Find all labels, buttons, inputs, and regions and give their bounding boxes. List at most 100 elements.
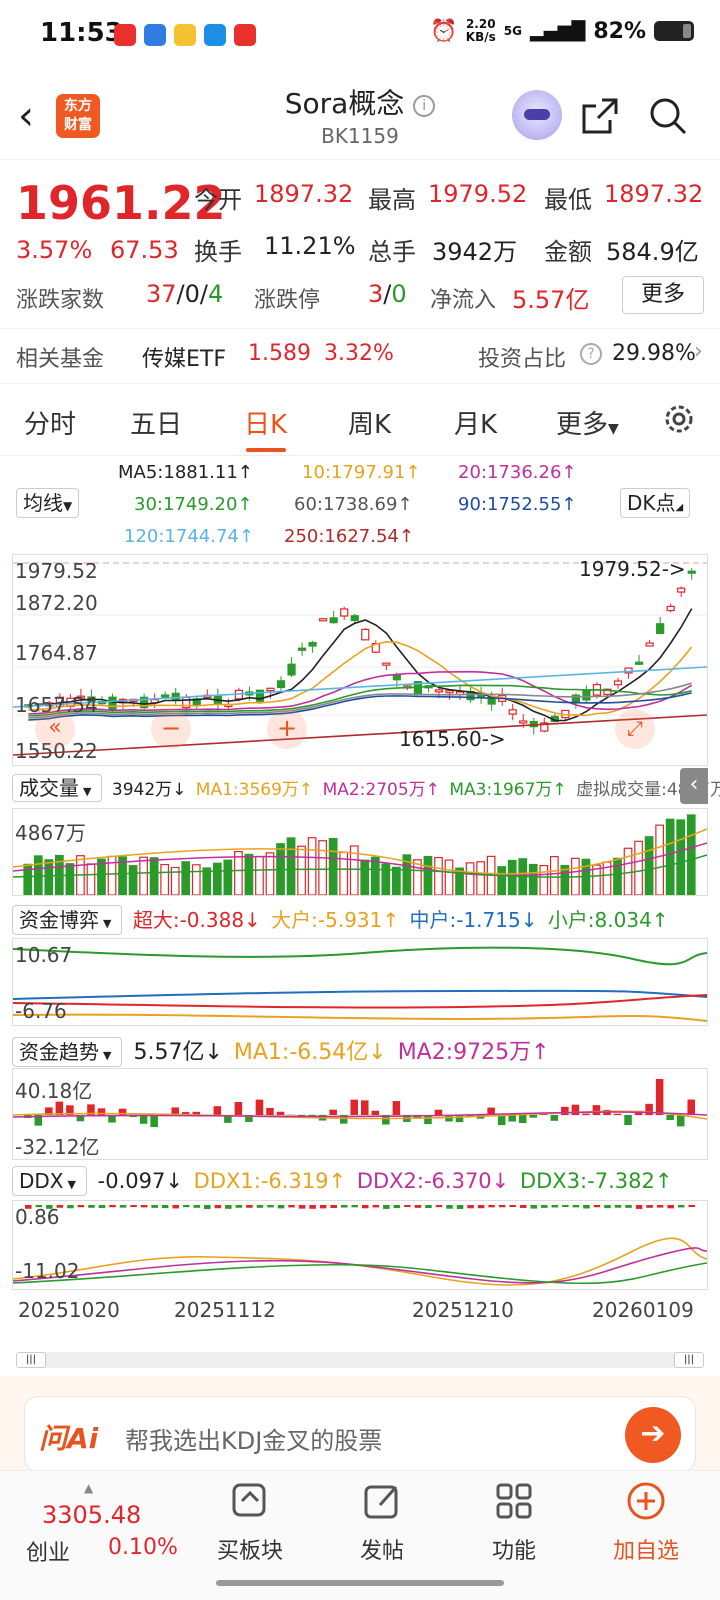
ddx-bar bbox=[193, 1205, 201, 1208]
candle-body bbox=[329, 617, 338, 624]
ddx2-value: DDX2:-6.370↓ bbox=[356, 1169, 510, 1193]
volume-svg bbox=[13, 814, 707, 895]
ddx-bar bbox=[572, 1205, 580, 1208]
volume-bar bbox=[97, 858, 106, 895]
info-icon[interactable]: i bbox=[413, 95, 436, 117]
scroll-handle-right[interactable]: ||| bbox=[674, 1352, 704, 1368]
ddx-bar bbox=[372, 1205, 380, 1208]
status-indicators: ⏰ 2.20 KB/s 5G ▂▄▆█ 82% bbox=[430, 18, 694, 44]
candle-body bbox=[266, 687, 275, 692]
volume-bar bbox=[476, 861, 485, 895]
small-line bbox=[13, 946, 707, 966]
volume-bar bbox=[613, 857, 622, 895]
zoom-in-button[interactable]: + bbox=[267, 709, 307, 749]
ddx-bar bbox=[298, 1205, 306, 1209]
volume-ma2: MA2:2705万↑ bbox=[322, 780, 440, 800]
change-percent: 3.57% bbox=[16, 236, 93, 264]
ddx-bar bbox=[130, 1205, 137, 1208]
zoom-out-button[interactable]: − bbox=[151, 709, 191, 749]
volume-y-label: 4867万 bbox=[15, 821, 86, 845]
ddx-bar bbox=[319, 1205, 327, 1209]
scroll-left-button[interactable]: « bbox=[35, 709, 75, 749]
nav-functions[interactable]: 功能 bbox=[464, 1479, 564, 1565]
trend-bar bbox=[571, 1104, 580, 1115]
help-icon[interactable]: ? bbox=[580, 343, 602, 365]
ddx-selector[interactable]: DDX ▼ bbox=[12, 1166, 87, 1196]
fullscreen-button[interactable]: ⤢ bbox=[615, 709, 655, 749]
ma-selector[interactable]: 均线▼ bbox=[16, 488, 80, 518]
small-value: 小户:8.034↑ bbox=[547, 908, 669, 932]
settings-gear-icon[interactable] bbox=[660, 400, 698, 438]
capital-trend-selector[interactable]: 资金趋势 ▼ bbox=[12, 1037, 123, 1067]
volume-bar bbox=[465, 862, 475, 895]
tab-five-day[interactable]: 五日 bbox=[130, 404, 182, 441]
related-fund-row[interactable]: 相关基金 传媒ETF 1.589 3.32% 投资占比 ? 29.98% › bbox=[0, 328, 720, 384]
nav-buy-sector[interactable]: 买板块 bbox=[200, 1479, 300, 1565]
amount-label: 金额 bbox=[544, 238, 592, 266]
nav-add-watchlist[interactable]: 加自选 bbox=[596, 1479, 696, 1565]
status-bar: 11:53 ⏰ 2.20 KB/s 5G ▂▄▆█ 82% bbox=[0, 0, 720, 70]
low-label: 最低 bbox=[544, 186, 592, 214]
candle-body bbox=[108, 696, 117, 711]
ddx-bar bbox=[446, 1205, 453, 1209]
volume-bar bbox=[676, 819, 686, 895]
volume-current: 3942万↓ bbox=[111, 780, 187, 800]
trend-bar bbox=[455, 1115, 464, 1123]
date-label: 20251020 bbox=[18, 1298, 120, 1322]
collapse-panel-button[interactable]: ‹ bbox=[680, 768, 708, 804]
share-icon[interactable] bbox=[580, 96, 620, 136]
ddx-bar bbox=[604, 1205, 611, 1209]
ddx-bar bbox=[393, 1205, 401, 1209]
ddx-bar bbox=[151, 1205, 158, 1208]
grid-icon bbox=[496, 1483, 532, 1519]
trend-bar bbox=[497, 1115, 506, 1126]
ai-assistant-icon[interactable] bbox=[512, 90, 562, 140]
capital-trend-value: 5.57亿↓ bbox=[133, 1040, 223, 1065]
volume-bar bbox=[528, 863, 538, 895]
tab-intraday[interactable]: 分时 bbox=[24, 404, 76, 441]
kline-chart[interactable]: 1979.52 1872.20 1764.87 1657.54 1550.22 … bbox=[12, 554, 708, 766]
search-icon[interactable] bbox=[648, 96, 688, 136]
volume-bar bbox=[297, 845, 306, 895]
trend-bar bbox=[592, 1105, 601, 1115]
volume-bar bbox=[86, 863, 96, 895]
big-line bbox=[13, 1013, 707, 1022]
arrow-right-icon[interactable]: ➔ bbox=[625, 1407, 681, 1463]
ai-prompt[interactable]: 帮我选出KDJ金叉的股票 bbox=[125, 1421, 382, 1456]
capital-game-selector[interactable]: 资金博弈 ▼ bbox=[12, 905, 123, 935]
app-notification-icon bbox=[114, 24, 136, 46]
ai-ask-bar[interactable]: 问Ai 帮我选出KDJ金叉的股票 ➔ bbox=[24, 1396, 696, 1472]
volume-bar bbox=[265, 852, 275, 895]
ratio-value: 29.98% bbox=[612, 341, 696, 366]
candle-body bbox=[666, 605, 675, 612]
tab-weekly-k[interactable]: 周K bbox=[348, 404, 391, 441]
volume-bar bbox=[212, 862, 222, 895]
date-label: 20251112 bbox=[174, 1298, 276, 1322]
index-ticker[interactable]: ▲ 3305.48 创业 0.10% bbox=[20, 1481, 190, 1573]
tab-more[interactable]: 更多▼ bbox=[556, 404, 619, 441]
candle-body bbox=[297, 647, 307, 651]
volume-bar bbox=[328, 838, 338, 895]
ddx-bar bbox=[646, 1205, 653, 1208]
ddx-y-bottom: -11.02 bbox=[15, 1259, 80, 1283]
trend-bar bbox=[687, 1099, 695, 1115]
chart-scrollbar[interactable]: ||| ||| bbox=[16, 1352, 704, 1368]
ddx-bar bbox=[351, 1205, 358, 1208]
index-name: 创业 bbox=[26, 1541, 71, 1566]
ddx-bar bbox=[309, 1205, 316, 1209]
caret-down-icon: ▼ bbox=[608, 421, 619, 437]
ma5-value: MA5:1881.11↑ bbox=[118, 462, 253, 483]
volume-selector[interactable]: 成交量 ▼ bbox=[12, 774, 103, 802]
dk-point-button[interactable]: DK点◢ bbox=[620, 488, 691, 518]
tab-monthly-k[interactable]: 月K bbox=[454, 404, 497, 441]
volume-bar bbox=[423, 855, 433, 895]
ddx-bar bbox=[456, 1205, 464, 1209]
more-button[interactable]: 更多 bbox=[622, 276, 704, 314]
capital-trend-chart: 40.18亿 -32.12亿 bbox=[12, 1068, 708, 1160]
date-label: 20260109 bbox=[592, 1298, 694, 1322]
scroll-handle-left[interactable]: ||| bbox=[16, 1352, 46, 1368]
app-notification-icon bbox=[174, 24, 196, 46]
tab-daily-k[interactable]: 日K bbox=[244, 404, 287, 441]
nav-post[interactable]: 发帖 bbox=[332, 1479, 432, 1565]
inflow-value: 5.57亿 bbox=[512, 286, 590, 314]
